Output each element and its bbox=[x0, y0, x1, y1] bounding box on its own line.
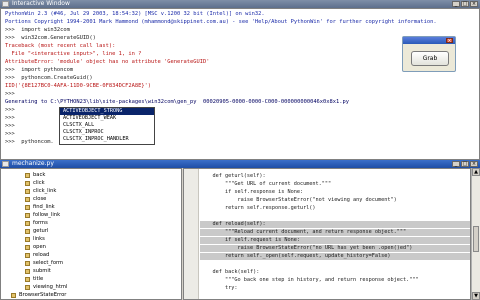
code-line[interactable]: try: bbox=[200, 285, 470, 292]
tree-item-label: geturl bbox=[33, 228, 49, 234]
grab-button[interactable]: Grab bbox=[411, 51, 449, 66]
tree-item-label: title bbox=[33, 276, 44, 282]
code-line[interactable]: def back(self): bbox=[200, 269, 470, 276]
code-line[interactable]: if self.request is None: bbox=[200, 237, 470, 244]
code-line[interactable]: if self.response is None: bbox=[200, 189, 470, 196]
console-line: File "<interactive input>", line 1, in ? bbox=[5, 51, 142, 57]
method-icon bbox=[25, 189, 30, 194]
method-icon bbox=[25, 197, 30, 202]
console-line: >>> bbox=[5, 131, 15, 137]
console-line: Traceback (most recent call last): bbox=[5, 43, 116, 49]
tree-item-label: close bbox=[33, 196, 47, 202]
code-line[interactable]: """Go back one step in history, and retu… bbox=[200, 277, 470, 284]
console-line: >>> bbox=[5, 123, 15, 129]
method-icon bbox=[25, 173, 30, 178]
console-line: >>> import pythoncom bbox=[5, 67, 74, 73]
console-line: >>> bbox=[5, 107, 15, 113]
grab-dialog[interactable]: × Grab bbox=[402, 36, 456, 72]
python-file-icon bbox=[2, 161, 9, 167]
editor-gutter bbox=[184, 169, 199, 299]
tree-item-label: find_link bbox=[33, 204, 55, 210]
code-line[interactable]: def geturl(self): bbox=[200, 173, 470, 180]
method-icon bbox=[25, 253, 30, 258]
code-line[interactable]: return self._open(self.request, update_h… bbox=[200, 253, 470, 260]
console-line: >>> pythoncom.CreateGuid() bbox=[5, 75, 93, 81]
tree-item-label: links bbox=[33, 236, 45, 242]
method-icon bbox=[25, 269, 30, 274]
scroll-up-arrow[interactable]: ▲ bbox=[472, 168, 480, 176]
interactive-window-titlebar[interactable]: Interactive Window _ □ × bbox=[0, 0, 480, 8]
code-editor[interactable]: def geturl(self): """Get URL of current … bbox=[183, 168, 471, 300]
editor-maximize-button[interactable]: □ bbox=[461, 161, 469, 167]
grab-dialog-close-button[interactable]: × bbox=[446, 38, 453, 44]
close-button[interactable]: × bbox=[470, 1, 478, 7]
console-line: IID('{8E127BC0-4AFA-11D0-9CBE-0F834DCF2A… bbox=[5, 83, 152, 89]
editor-minimize-button[interactable]: _ bbox=[452, 161, 460, 167]
code-line[interactable]: raise BrowserStateError("not viewing any… bbox=[200, 197, 470, 204]
interactive-window-output[interactable]: PythonWin 2.3 (#46, Jul 29 2003, 18:54:3… bbox=[0, 8, 480, 160]
method-icon bbox=[25, 213, 30, 218]
console-line: AttributeError: 'module' object has no a… bbox=[5, 59, 210, 65]
editor-window-titlebar[interactable]: mechanize.py _ □ × bbox=[0, 160, 480, 168]
tree-item-label: forms bbox=[33, 220, 48, 226]
method-icon bbox=[25, 181, 30, 186]
interactive-window-title: Interactive Window bbox=[12, 0, 70, 7]
minimize-button[interactable]: _ bbox=[452, 1, 460, 7]
editor-close-button[interactable]: × bbox=[470, 161, 478, 167]
editor-scrollbar[interactable]: ▲ ▼ bbox=[471, 168, 480, 300]
code-line[interactable]: return self.response.geturl() bbox=[200, 205, 470, 212]
python-icon bbox=[2, 1, 9, 7]
tree-item-label: open bbox=[33, 244, 46, 250]
autocomplete-item[interactable]: CLSCTX_INPROC bbox=[60, 129, 154, 136]
tree-item-label: click bbox=[33, 180, 45, 186]
tree-item-label: viewing_html bbox=[33, 284, 68, 290]
code-line[interactable]: raise BrowserStateError("no URL has yet … bbox=[200, 245, 470, 252]
code-line[interactable]: """Get URL of current document.""" bbox=[200, 181, 470, 188]
console-line: PythonWin 2.3 (#46, Jul 29 2003, 18:54:3… bbox=[5, 11, 265, 17]
tree-item-label: select_form bbox=[33, 260, 64, 266]
maximize-button[interactable]: □ bbox=[461, 1, 469, 7]
editor-window-title: mechanize.py bbox=[12, 160, 54, 167]
class-browser-tree[interactable]: back click click_linkclose find_link follow_… bbox=[0, 168, 182, 300]
autocomplete-item[interactable]: ACTIVEOBJECT_WEAK bbox=[60, 115, 154, 122]
autocomplete-item[interactable]: CLSCTX_ALL bbox=[60, 122, 154, 129]
method-icon bbox=[25, 277, 30, 282]
scroll-down-arrow[interactable]: ▼ bbox=[472, 292, 480, 300]
method-icon bbox=[25, 285, 30, 290]
console-line: Generating to C:\PYTHON23\lib\site-packa… bbox=[5, 99, 350, 105]
method-icon bbox=[25, 229, 30, 234]
autocomplete-item[interactable]: ACTIVEOBJECT_STRONG bbox=[60, 108, 154, 115]
autocomplete-list[interactable]: ACTIVEOBJECT_STRONG ACTIVEOBJECT_WEAK CLSC… bbox=[59, 107, 155, 145]
code-line[interactable]: def reload(self): bbox=[200, 221, 470, 228]
tree-item-label: reload bbox=[33, 252, 50, 258]
method-icon bbox=[25, 237, 30, 242]
console-line: Portions Copyright 1994-2001 Mark Hammon… bbox=[5, 19, 437, 25]
method-icon bbox=[25, 221, 30, 226]
method-icon bbox=[11, 293, 16, 298]
tree-item-label: click_link bbox=[33, 188, 57, 194]
method-icon bbox=[25, 245, 30, 250]
console-line: >>> bbox=[5, 91, 15, 97]
console-line: >>> win32com.GenerateGUID() bbox=[5, 35, 96, 41]
code-line[interactable]: """Reload current document, and return r… bbox=[200, 229, 470, 236]
code-line[interactable] bbox=[200, 213, 470, 220]
tree-item-label: follow_link bbox=[33, 212, 61, 218]
tree-item-label: BrowserStateError bbox=[19, 292, 67, 298]
autocomplete-item[interactable]: CLSCTX_INPROC_HANDLER bbox=[60, 136, 154, 143]
method-icon bbox=[25, 205, 30, 210]
grab-dialog-titlebar[interactable]: × bbox=[403, 37, 455, 44]
console-line: >>> import win32com bbox=[5, 27, 70, 33]
method-icon bbox=[25, 261, 30, 266]
code-line[interactable] bbox=[200, 261, 470, 268]
console-line: >>> bbox=[5, 115, 15, 121]
console-line: >>> pythoncom. bbox=[5, 139, 54, 145]
tree-item-label: submit bbox=[33, 268, 51, 274]
tree-item-label: back bbox=[33, 172, 46, 178]
scroll-thumb[interactable] bbox=[473, 226, 479, 252]
